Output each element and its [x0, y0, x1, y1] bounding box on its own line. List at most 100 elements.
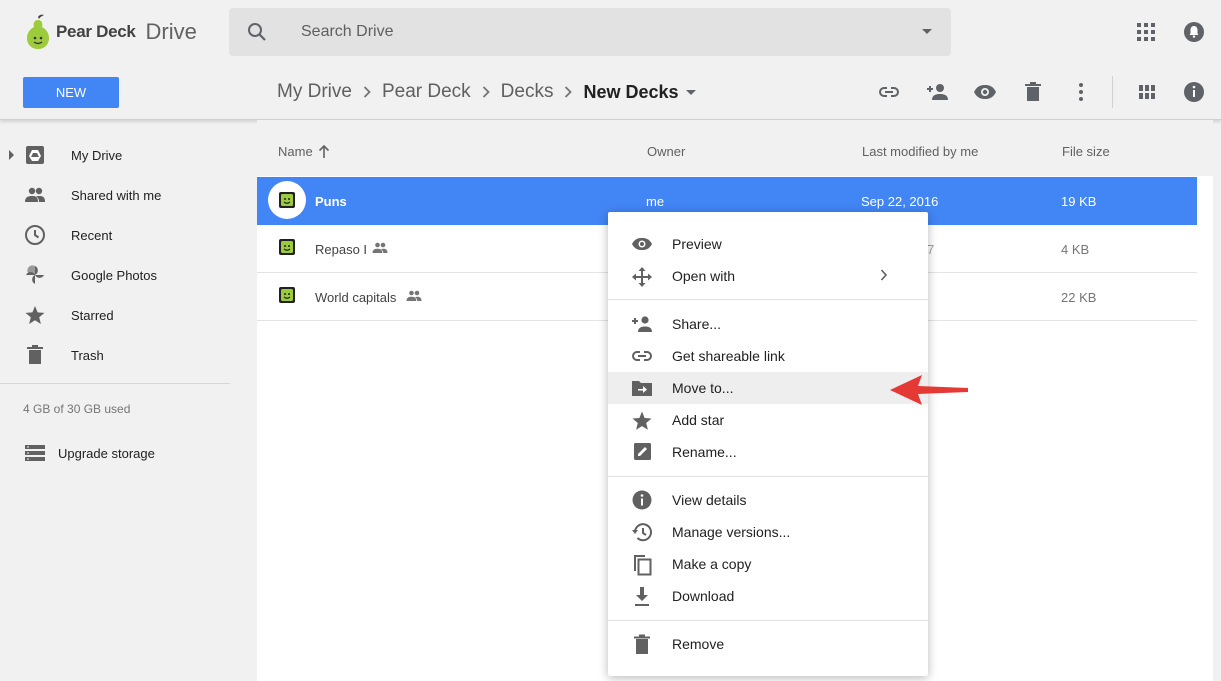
breadcrumb-my-drive[interactable]: My Drive	[277, 81, 352, 103]
storage-usage: 4 GB of 30 GB used	[23, 402, 131, 416]
menu-item-move-to[interactable]: Move to...	[608, 372, 928, 404]
notifications-icon[interactable]	[1182, 20, 1206, 44]
menu-item-download[interactable]: Download	[608, 580, 928, 612]
sidebar-item-google-photos[interactable]: Google Photos	[0, 255, 240, 295]
sidebar-item-shared-with-me[interactable]: Shared with me	[0, 175, 240, 215]
expand-arrow-icon[interactable]	[8, 150, 16, 160]
sidebar-item-my-drive[interactable]: My Drive	[0, 135, 240, 175]
photos-icon	[26, 265, 44, 284]
breadcrumb-current-folder[interactable]: New Decks	[583, 82, 678, 103]
eye-icon	[632, 238, 652, 250]
chevron-right-icon	[565, 86, 573, 98]
info-icon	[632, 490, 652, 510]
eye-icon[interactable]	[973, 80, 997, 104]
file-size: 19 KB	[1061, 194, 1097, 209]
link-icon[interactable]	[877, 80, 901, 104]
submenu-chevron-icon	[880, 269, 888, 281]
file-name: Puns	[315, 194, 347, 209]
menu-item-preview[interactable]: Preview	[608, 228, 928, 260]
menu-divider	[608, 476, 928, 477]
menu-item-remove[interactable]: Remove	[608, 628, 928, 660]
trash-icon	[27, 345, 43, 364]
more-vert-icon[interactable]	[1069, 80, 1093, 104]
action-bar: NEW My Drive Pear Deck Decks New Decks	[0, 64, 1221, 120]
context-menu: Preview Open with Share... Get shareable…	[608, 212, 928, 676]
sidebar-item-trash[interactable]: Trash	[0, 335, 240, 375]
search-bar	[229, 8, 951, 56]
history-icon	[632, 523, 652, 542]
file-modified: 7	[927, 242, 935, 257]
column-name-label: Name	[278, 144, 313, 159]
brand-name: Pear Deck	[56, 22, 136, 41]
file-name: Repaso I	[315, 242, 368, 257]
column-name-header[interactable]: Name	[278, 144, 313, 159]
menu-item-label: Share...	[672, 316, 722, 332]
add-person-icon	[632, 316, 652, 332]
pear-logo-icon	[27, 14, 49, 49]
sidebar-item-label: My Drive	[71, 147, 123, 163]
menu-item-label: Preview	[672, 236, 722, 252]
trash-icon[interactable]	[1021, 80, 1045, 104]
pear-deck-file-icon	[279, 239, 295, 255]
new-button[interactable]: NEW	[23, 77, 119, 108]
sidebar-item-label: Trash	[71, 347, 104, 363]
search-icon[interactable]	[245, 20, 269, 44]
sidebar-item-starred[interactable]: Starred	[0, 295, 240, 335]
app-logo[interactable]: Pear Deck Drive	[24, 14, 197, 50]
menu-item-add-star[interactable]: Add star	[608, 404, 928, 436]
add-person-icon[interactable]	[925, 80, 949, 104]
menu-item-label: Add star	[672, 412, 725, 428]
copy-icon	[634, 555, 652, 576]
menu-item-make-copy[interactable]: Make a copy	[608, 548, 928, 580]
file-size: 4 KB	[1061, 242, 1090, 257]
menu-divider	[608, 620, 928, 621]
people-icon	[25, 187, 45, 202]
pear-deck-file-icon	[279, 192, 295, 208]
search-input[interactable]	[301, 8, 861, 56]
shared-people-icon	[372, 242, 388, 253]
menu-item-share[interactable]: Share...	[608, 308, 928, 340]
info-icon[interactable]	[1182, 80, 1206, 104]
move-arrows-icon	[632, 267, 652, 287]
clock-icon	[25, 225, 45, 245]
sidebar: My Drive Shared with me Recent Google Ph…	[0, 120, 240, 681]
menu-item-manage-versions[interactable]: Manage versions...	[608, 516, 928, 548]
search-options-icon[interactable]	[921, 26, 933, 38]
sidebar-item-label: Recent	[71, 227, 113, 243]
sidebar-item-label: Starred	[71, 307, 114, 323]
menu-item-open-with[interactable]: Open with	[608, 260, 928, 292]
menu-item-label: Remove	[672, 636, 725, 652]
menu-item-label: Manage versions...	[672, 524, 791, 540]
menu-item-label: Get shareable link	[672, 348, 785, 364]
apps-grid-icon[interactable]	[1134, 20, 1158, 44]
upgrade-storage-label: Upgrade storage	[58, 445, 155, 461]
sort-arrow-up-icon[interactable]	[318, 145, 330, 159]
file-owner: me	[646, 194, 665, 209]
grid-view-icon[interactable]	[1135, 80, 1159, 104]
pear-deck-file-icon	[279, 287, 295, 303]
list-header: Name Owner Last modified by me File size	[257, 120, 1213, 176]
file-modified: Sep 22, 2016	[861, 194, 939, 209]
file-name: World capitals	[315, 290, 397, 305]
menu-item-label: Move to...	[672, 380, 734, 396]
column-size-header[interactable]: File size	[1062, 144, 1110, 159]
sidebar-item-recent[interactable]: Recent	[0, 215, 240, 255]
menu-divider	[608, 299, 928, 300]
drive-icon	[26, 146, 44, 164]
sidebar-item-label: Shared with me	[71, 187, 162, 203]
breadcrumb-decks[interactable]: Decks	[501, 81, 554, 103]
upgrade-storage-link[interactable]: Upgrade storage	[24, 438, 155, 468]
folder-menu-caret-icon[interactable]	[685, 86, 697, 98]
menu-item-rename[interactable]: Rename...	[608, 436, 928, 468]
menu-item-label: Make a copy	[672, 556, 752, 572]
menu-item-view-details[interactable]: View details	[608, 484, 928, 516]
folder-move-icon	[632, 381, 652, 396]
column-owner-header[interactable]: Owner	[647, 144, 685, 159]
column-modified-header[interactable]: Last modified by me	[862, 144, 978, 159]
breadcrumb-pear-deck[interactable]: Pear Deck	[382, 81, 471, 103]
storage-icon	[25, 445, 45, 461]
star-icon	[25, 306, 45, 324]
chevron-right-icon	[482, 86, 490, 98]
menu-item-get-link[interactable]: Get shareable link	[608, 340, 928, 372]
menu-item-label: Download	[672, 588, 735, 604]
